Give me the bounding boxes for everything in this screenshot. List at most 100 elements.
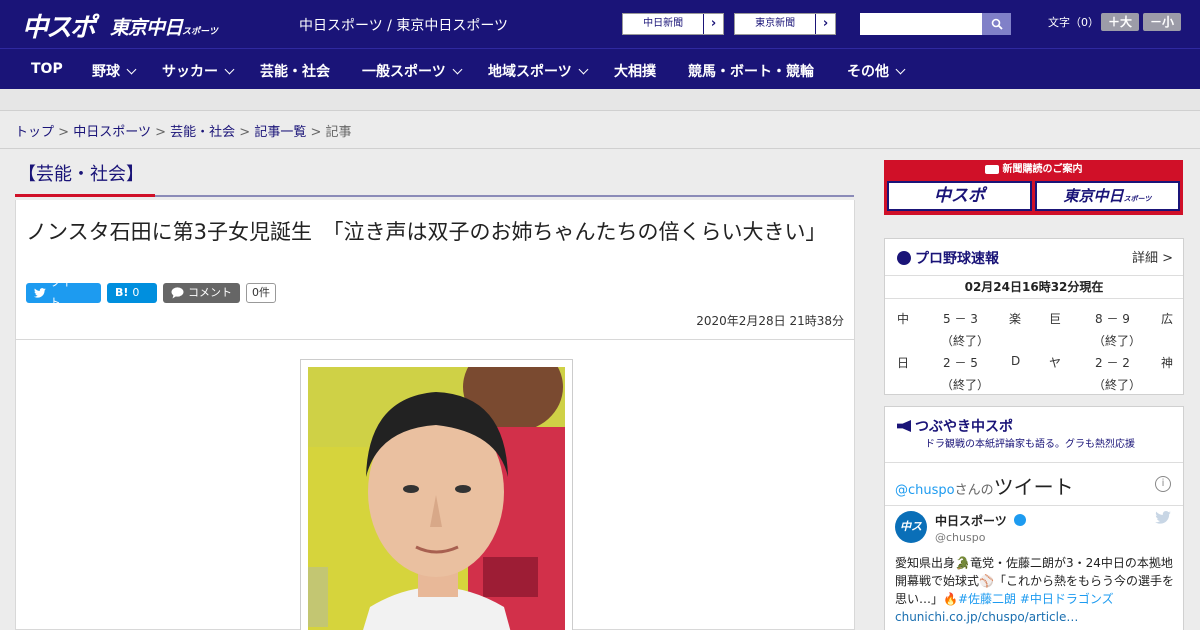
baseball-detail-link[interactable]: 詳細 >: [1132, 247, 1173, 266]
baseball-title-text: プロ野球速報: [915, 251, 999, 267]
font-size-up-button[interactable]: ＋大: [1101, 13, 1139, 31]
avatar[interactable]: 中スポ: [895, 511, 927, 565]
nav-label: 大相撲: [614, 64, 656, 80]
subscription-title: 新聞購読のご案内: [884, 160, 1183, 180]
chuspo-logo[interactable]: 中スポ: [22, 7, 96, 44]
nav-item-entertainment[interactable]: 芸能・社会: [260, 61, 330, 81]
team-away: 広: [1161, 312, 1174, 326]
game-score: 5 － 3: [943, 312, 978, 326]
article-header: ノンスタ石田に第3子女児誕生 「泣き声は双子のお姉ちゃんたちの倍くらい大きい」 …: [15, 200, 855, 340]
tokyo-logo-text: 東京中日: [110, 17, 183, 39]
top-header: 中スポ 東京中日スポーツ 中日スポーツ / 東京中日スポーツ 中日新聞 › 東京…: [0, 0, 1200, 48]
chevron-right-icon: ›: [710, 16, 717, 31]
search-input[interactable]: [860, 13, 982, 35]
tweet-article-link[interactable]: chunichi.co.jp/chuspo/article…: [895, 610, 1078, 624]
main-nav: TOP 野球 サッカー 芸能・社会 一般スポーツ 地域スポーツ 大相撲 競馬・ボ…: [0, 48, 1200, 89]
game-score: 2 － 5: [943, 356, 978, 370]
baseball-icon: [897, 251, 911, 265]
twitter-box-subtitle: ドラ観戦の本紙評論家も語る。グラも熱烈応援: [925, 439, 1135, 450]
baseball-scores-box: プロ野球速報 詳細 > 02月24日16時32分現在 中 5 － 3 楽 （終了…: [884, 238, 1184, 395]
nav-item-regional-sports[interactable]: 地域スポーツ: [488, 61, 589, 81]
subscription-tokyo-logo[interactable]: 東京中日スポーツ: [1035, 181, 1180, 211]
nav-item-general-sports[interactable]: 一般スポーツ: [362, 61, 463, 81]
nav-label: 競馬・ボート・競輪: [688, 64, 814, 80]
chevron-down-icon: [452, 64, 463, 75]
baseball-emoji-icon: ⚾: [979, 574, 994, 588]
twitter-bird-icon[interactable]: [1155, 511, 1171, 524]
game-status: （終了）: [941, 334, 990, 348]
team-home: ヤ: [1049, 356, 1062, 370]
article-photo-frame: [300, 359, 573, 630]
tokyo-shimbun-label: 東京新聞: [735, 14, 817, 34]
game-score: 2 － 2: [1095, 356, 1130, 370]
team-away: 神: [1161, 356, 1174, 370]
breadcrumb-entertainment[interactable]: 芸能・社会: [170, 125, 235, 140]
tweet-text: 愛知県出身🐊竜党・佐藤二朗が3・24中日の本拠地開幕戦で始球式⚾「これから熱をも…: [895, 554, 1175, 626]
font-size-down-button[interactable]: －小: [1143, 13, 1181, 31]
nav-item-soccer[interactable]: サッカー: [162, 61, 235, 81]
game-score: 8 － 9: [1095, 312, 1130, 326]
twitter-box-title-text: つぶやき中スポ: [915, 419, 1013, 435]
tweet-button[interactable]: ツイート: [26, 276, 101, 309]
subscription-banner[interactable]: 新聞購読のご案内 中スポ 東京中日スポーツ: [884, 160, 1183, 215]
sub-tokyo-small: スポーツ: [1123, 195, 1152, 203]
nav-item-sumo[interactable]: 大相撲: [614, 61, 656, 81]
chunichi-shimbun-label: 中日新聞: [623, 14, 705, 34]
search-button[interactable]: [982, 13, 1011, 35]
font-size-label: 文字（0）: [1048, 16, 1099, 29]
article-title: ノンスタ石田に第3子女児誕生 「泣き声は双子のお姉ちゃんたちの倍くらい大きい」: [26, 220, 827, 244]
tokyo-chunichi-logo[interactable]: 東京中日スポーツ: [110, 13, 218, 40]
photo-of-man-in-white-shirt: [308, 367, 565, 630]
tweet-handle-link[interactable]: @chuspo: [895, 483, 955, 498]
team-home: 巨: [1049, 312, 1062, 326]
tweet-text-part: 愛知県出身: [895, 556, 956, 570]
speech-bubble-icon: [171, 287, 184, 299]
breadcrumb-article-list[interactable]: 記事一覧: [254, 125, 306, 140]
subscription-chuspo-logo[interactable]: 中スポ: [887, 181, 1032, 211]
comment-button[interactable]: コメント: [163, 283, 240, 303]
share-buttons: ツイート B! 0 コメント 0件: [26, 276, 276, 309]
breadcrumb-chunichi-sports[interactable]: 中日スポーツ: [73, 125, 151, 140]
breadcrumb: トップ > 中日スポーツ > 芸能・社会 > 記事一覧 > 記事: [15, 121, 352, 140]
nav-label: TOP: [31, 61, 63, 77]
tweet-account-handle[interactable]: @chuspo: [935, 531, 985, 544]
category-underline: [155, 195, 854, 197]
chunichi-shimbun-link[interactable]: 中日新聞 ›: [622, 13, 724, 35]
article-photo[interactable]: [308, 367, 565, 630]
tweet-account[interactable]: 中日スポーツ: [935, 512, 1026, 529]
hashtag-link[interactable]: #佐藤二朗: [958, 592, 1016, 606]
breadcrumb-current: 記事: [325, 125, 352, 140]
team-home: 日: [897, 356, 910, 370]
hatena-bookmark-button[interactable]: B! 0: [107, 283, 157, 303]
search-icon: [991, 18, 1003, 30]
megaphone-icon: [897, 420, 911, 432]
twitter-box: つぶやき中スポ ドラ観戦の本紙評論家も語る。グラも熱烈応援 @chuspoさんの…: [884, 406, 1184, 630]
nav-item-baseball[interactable]: 野球: [92, 61, 137, 81]
tweet-handle-suffix: さんの: [954, 483, 994, 498]
tokyo-shimbun-link[interactable]: 東京新聞 ›: [734, 13, 836, 35]
breadcrumb-top[interactable]: トップ: [15, 125, 54, 140]
comment-count: 0件: [246, 283, 276, 303]
article-date: 2020年2月28日 21時38分: [696, 314, 844, 328]
nav-item-racing[interactable]: 競馬・ボート・競輪: [688, 61, 814, 81]
nav-label: 地域スポーツ: [488, 64, 572, 80]
hashtag-link[interactable]: #中日ドラゴンズ: [1020, 592, 1114, 606]
breadcrumb-divider: [0, 148, 1200, 149]
dragon-emoji-icon: 🐊: [955, 556, 970, 570]
team-home: 中: [897, 312, 910, 326]
category-title: 【芸能・社会】: [18, 164, 144, 185]
nav-item-other[interactable]: その他: [847, 61, 906, 81]
breadcrumb-separator: >: [310, 125, 322, 140]
baseball-timestamp: 02月24日16時32分現在: [885, 275, 1183, 299]
sub-tokyo-text: 東京中日: [1063, 187, 1124, 205]
tweet-label: ツイート: [49, 276, 83, 309]
nav-item-top[interactable]: TOP: [31, 61, 63, 77]
hatena-count: 0: [132, 286, 140, 299]
tweet-widget-title[interactable]: @chuspoさんのツイート: [895, 471, 1074, 500]
chevron-down-icon: [578, 64, 589, 75]
info-icon[interactable]: i: [1155, 476, 1171, 492]
team-away: D: [1011, 354, 1021, 368]
chevron-down-icon: [224, 64, 235, 75]
game-status: （終了）: [941, 378, 990, 392]
game-status: （終了）: [1093, 378, 1142, 392]
